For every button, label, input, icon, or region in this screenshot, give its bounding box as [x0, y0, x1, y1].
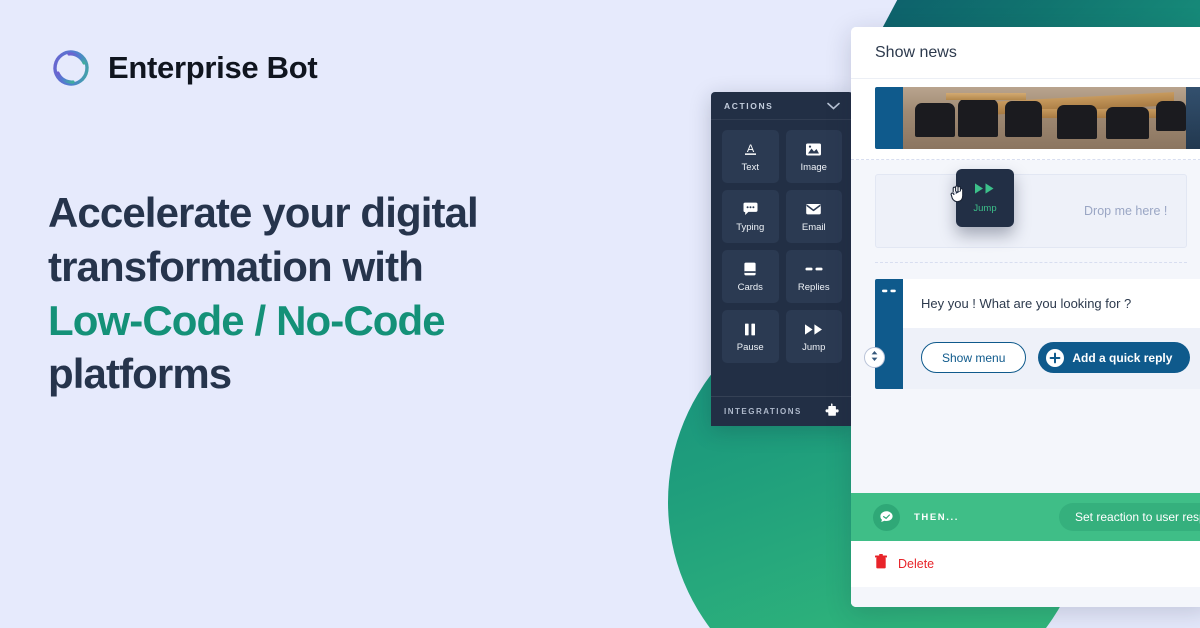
swirl-circle-logo-icon — [48, 45, 94, 91]
integrations-label: INTEGRATIONS — [724, 407, 802, 416]
editor-body: Jump Drop me here ! Hey you ! What are y… — [851, 79, 1200, 607]
hero-left-column: Enterprise Bot Accelerate your digital t… — [0, 0, 660, 628]
trash-icon — [875, 554, 887, 574]
action-tile-image[interactable]: Image — [785, 130, 842, 183]
action-tile-cards[interactable]: Cards — [722, 250, 779, 303]
flow-editor-panel: Show news Jump Drop me here ! Hey you ! … — [851, 27, 1200, 607]
actions-panel: ACTIONS A Text Image Typing Email Cards … — [711, 92, 853, 426]
quick-replies-dashes-icon — [882, 289, 896, 389]
integrations-section[interactable]: INTEGRATIONS — [711, 396, 853, 426]
message-text[interactable]: Hey you ! What are you looking for ? — [903, 279, 1200, 328]
chevron-down-icon[interactable] — [827, 102, 840, 110]
then-condition-bar[interactable]: THEN... Set reaction to user respons — [851, 493, 1200, 541]
actions-panel-header[interactable]: ACTIONS — [711, 92, 853, 120]
image-node[interactable] — [851, 79, 1200, 160]
page-title: Accelerate your digital transformation w… — [48, 186, 628, 401]
add-quick-reply-button[interactable]: Add a quick reply — [1038, 342, 1191, 373]
puzzle-piece-icon[interactable] — [825, 402, 840, 422]
editor-header: Show news — [851, 27, 1200, 79]
dragged-card-label: Jump — [973, 203, 997, 214]
action-tile-typing[interactable]: Typing — [722, 190, 779, 243]
chat-bubble-icon — [873, 503, 900, 531]
add-quick-reply-label: Add a quick reply — [1072, 350, 1173, 365]
typing-bubble-icon — [742, 200, 759, 218]
action-tile-label: Cards — [737, 282, 763, 293]
show-menu-button[interactable]: Show menu — [921, 342, 1027, 373]
node-content: Hey you ! What are you looking for ? Sho… — [903, 279, 1200, 389]
headline-line-4: platforms — [48, 350, 232, 398]
actions-panel-title: ACTIONS — [724, 100, 774, 111]
brand-name: Enterprise Bot — [108, 50, 318, 85]
quick-reply-node: Hey you ! What are you looking for ? Sho… — [864, 279, 1200, 389]
quick-replies-dashes-icon — [805, 260, 823, 278]
plus-circle-icon — [1046, 348, 1065, 367]
node-rail — [875, 87, 903, 149]
action-tile-label: Image — [800, 162, 827, 173]
action-tile-text[interactable]: A Text — [722, 130, 779, 183]
fast-forward-icon — [974, 182, 996, 200]
restaurant-interior-photo — [903, 87, 1200, 149]
headline-line-2: transformation with — [48, 242, 424, 290]
editor-title: Show news — [875, 43, 957, 61]
action-tile-pause[interactable]: Pause — [722, 310, 779, 363]
action-tile-label: Jump — [802, 342, 826, 353]
then-label: THEN... — [914, 511, 959, 523]
delete-label: Delete — [898, 557, 935, 571]
text-a-underline-icon: A — [742, 140, 759, 158]
image-mountain-icon — [805, 140, 822, 158]
node-rail — [875, 279, 903, 389]
set-reaction-pill[interactable]: Set reaction to user respons — [1059, 503, 1200, 531]
divider — [875, 262, 1187, 263]
brand-logo: Enterprise Bot — [48, 45, 318, 91]
action-tile-label: Email — [801, 222, 826, 233]
actions-tile-grid: A Text Image Typing Email Cards Replies … — [711, 120, 853, 396]
action-tile-label: Replies — [797, 282, 830, 293]
envelope-icon — [805, 200, 822, 218]
action-tile-label: Text — [741, 162, 759, 173]
dragged-jump-card[interactable]: Jump — [950, 169, 1014, 227]
action-tile-replies[interactable]: Replies — [785, 250, 842, 303]
headline-line-3-accent: Low-Code / No-Code — [48, 296, 446, 344]
drop-zone-hint: Drop me here ! — [1084, 204, 1168, 218]
delete-row[interactable]: Delete — [851, 541, 1200, 587]
action-tile-jump[interactable]: Jump — [785, 310, 842, 363]
quick-reply-buttons: Show menu Add a quick reply — [903, 328, 1200, 373]
action-tile-label: Pause — [736, 342, 764, 353]
up-down-chevrons-icon — [870, 349, 879, 367]
drop-zone[interactable]: Jump Drop me here ! — [875, 169, 1187, 248]
fast-forward-icon — [804, 320, 824, 338]
pause-icon — [743, 320, 757, 338]
action-tile-label: Typing — [736, 222, 765, 233]
svg-text:A: A — [747, 143, 755, 155]
action-tile-email[interactable]: Email — [785, 190, 842, 243]
editor-bottom-strip — [851, 587, 1200, 607]
cards-icon — [742, 260, 758, 278]
reorder-node-button[interactable] — [864, 347, 885, 368]
headline-line-1: Accelerate your digital — [48, 189, 479, 236]
grab-hand-cursor-icon — [950, 183, 967, 203]
